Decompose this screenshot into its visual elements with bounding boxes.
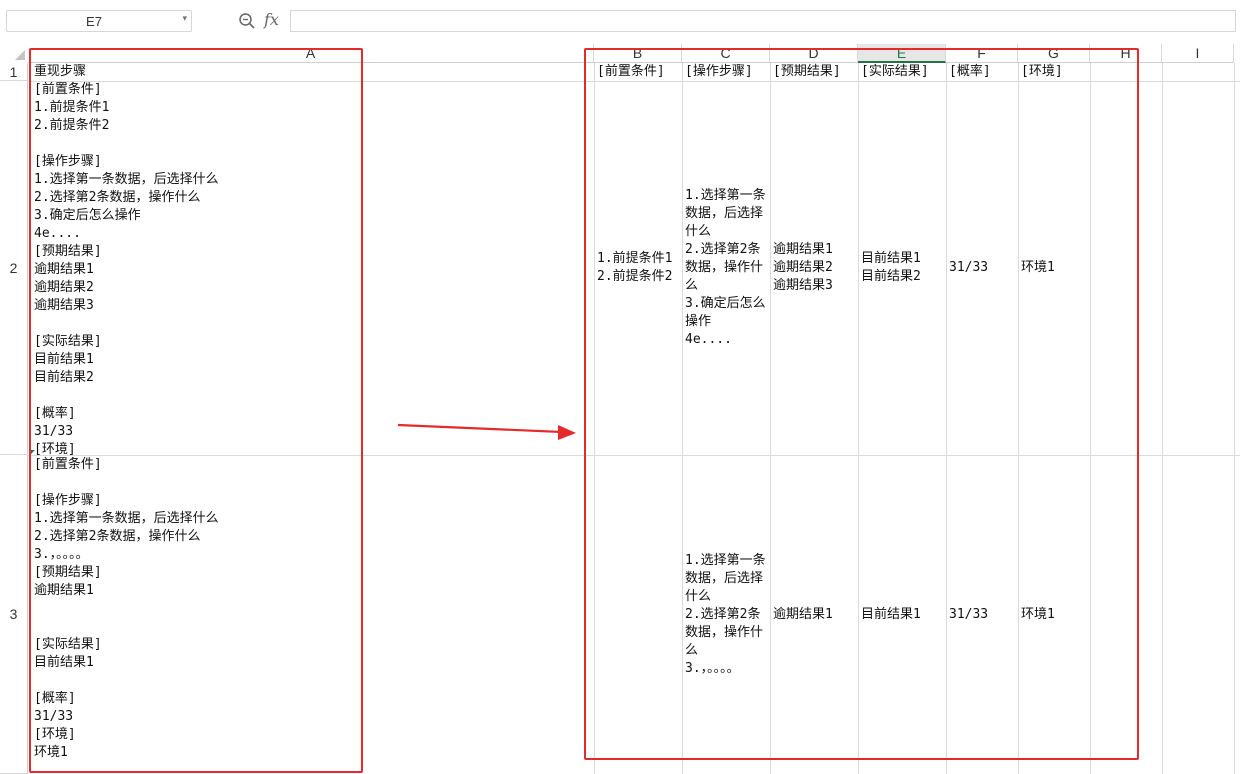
name-box-value: E7 xyxy=(86,14,102,29)
row-header-1[interactable]: 1 xyxy=(0,63,28,81)
name-box[interactable]: E7 ▾ xyxy=(6,10,192,32)
row-header-2[interactable]: 2 xyxy=(0,81,28,455)
grid-line xyxy=(1162,63,1163,774)
fx-icon[interactable]: fx xyxy=(264,10,286,32)
column-header-i[interactable]: I xyxy=(1162,44,1234,63)
formula-input[interactable] xyxy=(290,10,1236,32)
row-header-3[interactable]: 3 xyxy=(0,455,28,774)
formula-bar: E7 ▾ fx xyxy=(0,0,1240,44)
zoom-icon[interactable] xyxy=(238,12,256,30)
highlight-box-source xyxy=(29,48,363,773)
highlight-box-result xyxy=(584,48,1139,760)
chevron-down-icon[interactable]: ▾ xyxy=(182,13,187,24)
select-all-corner[interactable] xyxy=(0,44,28,63)
grid-line xyxy=(1234,63,1235,774)
arrow-right-icon xyxy=(397,423,576,440)
